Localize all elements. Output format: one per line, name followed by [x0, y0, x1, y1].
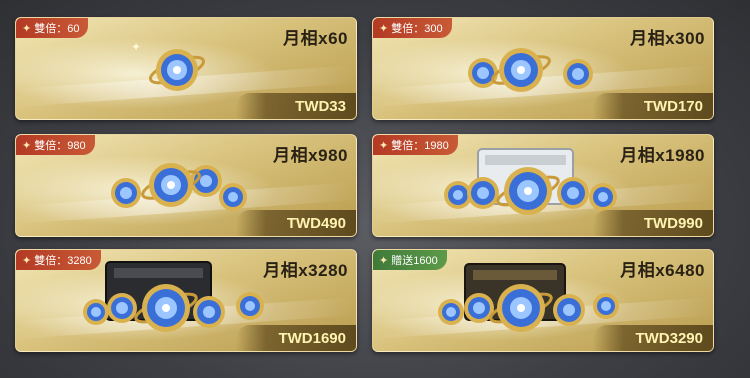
bonus-badge: ✦ 贈送1600: [373, 250, 447, 270]
pack-grid: ✦ 雙倍：60 月相x60 ✦ TWD33 ✦ 雙倍：300 月相x300 TW…: [0, 0, 750, 378]
bonus-badge-text: 雙倍：300: [391, 23, 443, 35]
moon-orb-icon: [438, 299, 464, 325]
moon-orb-icon: [553, 294, 585, 326]
pack-title: 月相x1980: [620, 146, 705, 165]
price-button[interactable]: TWD1690: [236, 325, 356, 351]
moon-orb-icon: [563, 59, 593, 89]
bonus-badge: ✦ 雙倍：3280: [16, 250, 101, 270]
pack-title: 月相x6480: [620, 261, 705, 280]
pack-card-980[interactable]: ✦ 雙倍：980 月相x980 TWD490: [15, 134, 357, 237]
sparkle-icon: ✦: [131, 40, 142, 54]
price-button[interactable]: TWD490: [236, 210, 356, 236]
bonus-badge: ✦ 雙倍：980: [16, 135, 95, 155]
star-icon: ✦: [379, 139, 389, 152]
pack-title: 月相x60: [283, 29, 348, 48]
moon-orb-icon: [107, 293, 137, 323]
price-button[interactable]: TWD170: [593, 93, 713, 119]
moon-orb-icon: [589, 183, 617, 211]
moon-orb-icon: [557, 177, 589, 209]
pack-title: 月相x980: [273, 146, 348, 165]
bonus-badge-text: 雙倍：60: [34, 23, 80, 35]
moon-orb-icon: [593, 293, 619, 319]
pack-card-3280[interactable]: ✦ 雙倍：3280 月相x3280 TWD1690: [15, 249, 357, 352]
moon-orb-icon: [491, 48, 551, 92]
moon-orb-icon: [193, 296, 225, 328]
pack-card-6480[interactable]: ✦ 贈送1600 月相x6480 TWD3290: [372, 249, 714, 352]
bonus-badge-text: 雙倍：1980: [391, 140, 449, 152]
pack-card-300[interactable]: ✦ 雙倍：300 月相x300 TWD170: [372, 17, 714, 120]
bonus-badge: ✦ 雙倍：1980: [373, 135, 458, 155]
moon-orb-icon: [236, 292, 264, 320]
moon-orb-icon: [468, 58, 498, 88]
price-button[interactable]: TWD33: [236, 93, 356, 119]
moon-orb-icon: [111, 178, 141, 208]
star-icon: ✦: [379, 22, 389, 35]
pack-card-60[interactable]: ✦ 雙倍：60 月相x60 ✦ TWD33: [15, 17, 357, 120]
moon-orb-icon: [467, 177, 499, 209]
bonus-badge: ✦ 雙倍：300: [373, 18, 452, 38]
price-button[interactable]: TWD990: [593, 210, 713, 236]
star-icon: ✦: [22, 254, 32, 267]
bonus-badge: ✦ 雙倍：60: [16, 18, 89, 38]
pack-card-1980[interactable]: ✦ 雙倍：1980 月相x1980 TWD990: [372, 134, 714, 237]
moon-orb-icon: [219, 183, 247, 211]
bonus-badge-text: 雙倍：3280: [34, 255, 92, 267]
star-icon: ✦: [22, 139, 32, 152]
bonus-badge-text: 贈送1600: [391, 255, 438, 267]
pack-title: 月相x3280: [263, 261, 348, 280]
price-button[interactable]: TWD3290: [593, 325, 713, 351]
star-icon: ✦: [379, 254, 389, 267]
moon-orb-icon: [141, 163, 201, 207]
bonus-badge-text: 雙倍：980: [34, 140, 86, 152]
pack-title: 月相x300: [630, 29, 705, 48]
star-icon: ✦: [22, 22, 32, 35]
moon-orb-icon: [83, 299, 109, 325]
moon-orb-icon: [149, 49, 205, 91]
